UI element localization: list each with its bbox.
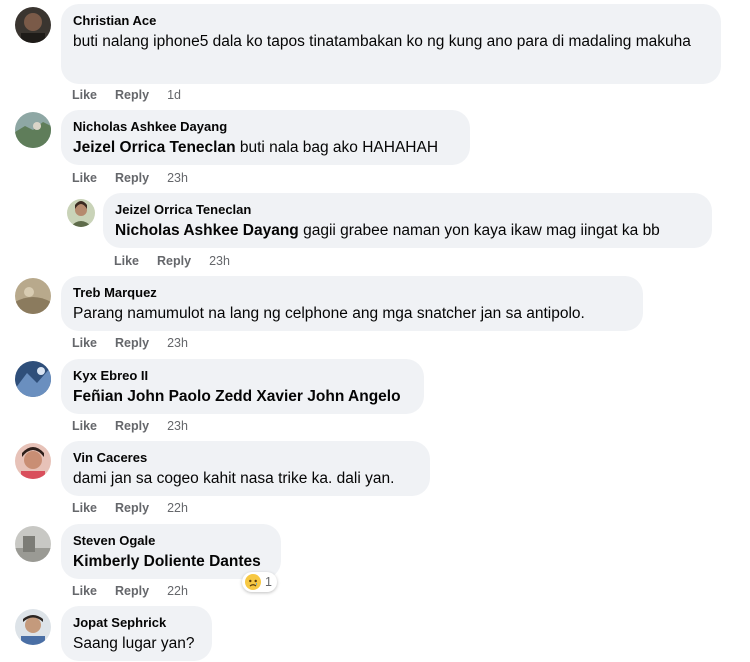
comment-actions: Like Reply 23h <box>72 335 188 351</box>
mention-link[interactable]: Nicholas Ashkee Dayang <box>115 222 299 239</box>
comment-author[interactable]: Jeizel Orrica Teneclan <box>115 202 700 218</box>
comment-text: Jeizel Orrica Teneclan buti nala bag ako… <box>73 137 458 159</box>
comment-author[interactable]: Jopat Sephrick <box>73 615 200 631</box>
comment-text: buti nalang iphone5 dala ko tapos tinata… <box>73 33 691 50</box>
like-button[interactable]: Like <box>72 584 97 598</box>
comment-timestamp[interactable]: 23h <box>209 254 230 268</box>
comment-author[interactable]: Kyx Ebreo II <box>73 368 412 384</box>
avatar[interactable] <box>15 112 51 148</box>
comment-text-body: buti nala bag ako HAHAHAH <box>235 139 439 156</box>
comment-bubble: Christian Ace buti nalang iphone5 dala k… <box>61 4 721 84</box>
comment-bubble: Jopat Sephrick Saang lugar yan? <box>61 606 212 661</box>
comment-author[interactable]: Christian Ace <box>73 13 709 29</box>
like-button[interactable]: Like <box>72 171 97 185</box>
avatar[interactable] <box>15 361 51 397</box>
reply-button[interactable]: Reply <box>157 254 191 268</box>
comment-bubble: Vin Caceres dami jan sa cogeo kahit nasa… <box>61 441 430 496</box>
comment-timestamp[interactable]: 22h <box>167 501 188 515</box>
comment-author[interactable]: Treb Marquez <box>73 285 631 301</box>
comment-author[interactable]: Nicholas Ashkee Dayang <box>73 119 458 135</box>
avatar[interactable] <box>15 609 51 645</box>
like-button[interactable]: Like <box>72 336 97 350</box>
comment-author[interactable]: Steven Ogale <box>73 533 269 549</box>
comment-bubble: Treb Marquez Parang namumulot na lang ng… <box>61 276 643 331</box>
avatar[interactable] <box>67 199 95 227</box>
comment-text: Kimberly Doliente Dantes <box>73 551 269 573</box>
like-button[interactable]: Like <box>72 88 97 102</box>
avatar[interactable] <box>15 278 51 314</box>
comment-actions: Like Reply 23h <box>72 170 188 186</box>
reaction-count: 1 <box>265 575 272 589</box>
like-button[interactable]: Like <box>72 501 97 515</box>
like-button[interactable]: Like <box>114 254 139 268</box>
comment-timestamp[interactable]: 23h <box>167 336 188 350</box>
comment-bubble: Nicholas Ashkee Dayang Jeizel Orrica Ten… <box>61 110 470 165</box>
reply-button[interactable]: Reply <box>115 419 149 433</box>
reaction-count-badge[interactable]: 1 <box>242 572 277 592</box>
comment-text-body: gagii grabee naman yon kaya ikaw mag iin… <box>298 222 660 239</box>
comment-author[interactable]: Vin Caceres <box>73 450 418 466</box>
comment-bubble: Jeizel Orrica Teneclan Nicholas Ashkee D… <box>103 193 712 248</box>
comment-timestamp[interactable]: 23h <box>167 171 188 185</box>
comment-text: dami jan sa cogeo kahit nasa trike ka. d… <box>73 470 395 487</box>
sad-emoji-icon <box>245 574 261 590</box>
mention-link[interactable]: Jeizel Orrica Teneclan <box>73 139 236 156</box>
comment-timestamp[interactable]: 1d <box>167 88 181 102</box>
reply-button[interactable]: Reply <box>115 501 149 515</box>
mention-link[interactable]: Feñian John Paolo Zedd Xavier John Angel… <box>73 388 401 405</box>
comment-text: Feñian John Paolo Zedd Xavier John Angel… <box>73 386 412 408</box>
comment-bubble: Kyx Ebreo II Feñian John Paolo Zedd Xavi… <box>61 359 424 414</box>
comment-actions: Like Reply 1d <box>72 87 181 103</box>
comment-text: Parang namumulot na lang ng celphone ang… <box>73 305 585 322</box>
comment-timestamp[interactable]: 22h <box>167 584 188 598</box>
mention-link[interactable]: Kimberly Doliente Dantes <box>73 553 261 570</box>
comment-actions: Like Reply 23h <box>114 253 230 269</box>
reply-button[interactable]: Reply <box>115 336 149 350</box>
comment-actions: Like Reply 22h <box>72 500 188 516</box>
reply-button[interactable]: Reply <box>115 584 149 598</box>
comment-actions: Like Reply 22h <box>72 583 188 599</box>
comment-timestamp[interactable]: 23h <box>167 419 188 433</box>
like-button[interactable]: Like <box>72 419 97 433</box>
avatar[interactable] <box>15 443 51 479</box>
avatar[interactable] <box>15 7 51 43</box>
comment-text: Saang lugar yan? <box>73 635 195 652</box>
comment-actions: Like Reply 23h <box>72 418 188 434</box>
comment-bubble: Steven Ogale Kimberly Doliente Dantes <box>61 524 281 579</box>
reply-button[interactable]: Reply <box>115 171 149 185</box>
reply-button[interactable]: Reply <box>115 88 149 102</box>
avatar[interactable] <box>15 526 51 562</box>
comment-text: Nicholas Ashkee Dayang gagii grabee nama… <box>115 220 700 242</box>
